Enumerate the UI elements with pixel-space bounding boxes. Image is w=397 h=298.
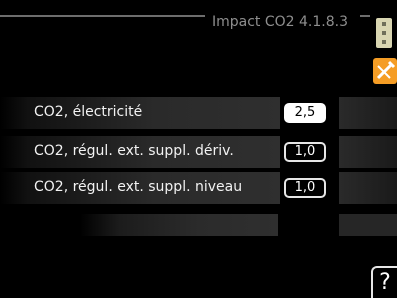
value-field[interactable]: 1,0: [284, 142, 326, 162]
setting-row-electricity[interactable]: CO2, électricité 2,5: [0, 97, 397, 129]
header-divider-right: [360, 15, 370, 17]
row-background-right: [339, 136, 397, 168]
tools-icon[interactable]: [373, 58, 397, 84]
help-icon: ?: [379, 270, 391, 295]
setting-row-derivative[interactable]: CO2, régul. ext. suppl. dériv. 1,0: [0, 136, 397, 168]
value-field[interactable]: 2,5: [284, 103, 326, 123]
row-background-right: [339, 172, 397, 204]
value-field[interactable]: 1,0: [284, 178, 326, 198]
setting-row-level[interactable]: CO2, régul. ext. suppl. niveau 1,0: [0, 172, 397, 204]
help-button[interactable]: ?: [371, 266, 397, 298]
empty-row-right: [339, 214, 397, 236]
setting-label: CO2, régul. ext. suppl. niveau: [34, 179, 243, 195]
empty-row: [80, 214, 278, 236]
row-background-right: [339, 97, 397, 129]
setting-label: CO2, électricité: [34, 104, 143, 120]
header-divider: [0, 15, 205, 17]
page-title: Impact CO2 4.1.8.3: [212, 14, 349, 30]
thermostat-icon[interactable]: [376, 18, 392, 48]
setting-label: CO2, régul. ext. suppl. dériv.: [34, 143, 234, 159]
